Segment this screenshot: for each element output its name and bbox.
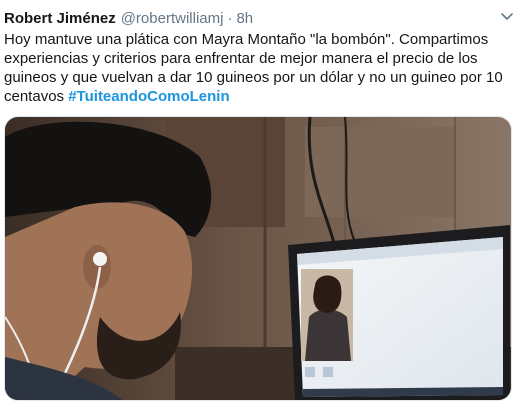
tweet-header: Robert Jiménez @robertwilliamj · 8h xyxy=(4,8,514,28)
author-handle[interactable]: @robertwilliamj xyxy=(121,10,224,27)
tweet-photo[interactable] xyxy=(4,116,512,401)
tweet: Robert Jiménez @robertwilliamj · 8h Hoy … xyxy=(0,0,524,413)
separator-dot: · xyxy=(227,9,233,27)
hashtag-link[interactable]: #TuiteandoComoLenin xyxy=(68,88,229,105)
tweet-timestamp[interactable]: 8h xyxy=(236,10,253,27)
author-name[interactable]: Robert Jiménez xyxy=(4,10,116,27)
chevron-down-icon[interactable] xyxy=(500,10,514,24)
tweet-text: Hoy mantuve una plática con Mayra Montañ… xyxy=(4,30,514,106)
